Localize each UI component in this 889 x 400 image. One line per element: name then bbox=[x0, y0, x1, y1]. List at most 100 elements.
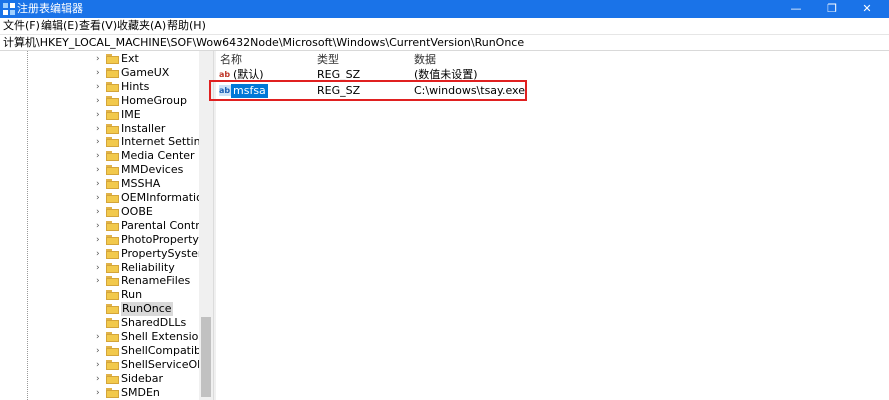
tree-item[interactable]: › RenameFiles bbox=[0, 274, 199, 288]
folder-icon bbox=[106, 220, 119, 231]
menu-edit[interactable]: 编辑(E) bbox=[41, 19, 79, 33]
tree-item-label: Shell Extensions bbox=[121, 330, 212, 343]
title-bar: 注册表编辑器 — ❐ ✕ bbox=[0, 0, 889, 18]
tree-item[interactable]: › Sidebar bbox=[0, 372, 199, 386]
folder-icon bbox=[106, 234, 119, 245]
menu-bar: 文件(F) 编辑(E) 查看(V) 收藏夹(A) 帮助(H) bbox=[0, 18, 889, 34]
tree-item-label: Hints bbox=[121, 79, 150, 93]
chevron-right-icon[interactable]: › bbox=[96, 108, 104, 122]
chevron-right-icon[interactable]: › bbox=[96, 233, 104, 247]
tree-item-label: MSSHA bbox=[121, 177, 161, 191]
chevron-right-icon[interactable]: › bbox=[96, 177, 104, 191]
tree-item[interactable]: › Media Center bbox=[0, 149, 199, 163]
folder-icon bbox=[106, 262, 119, 273]
chevron-right-icon[interactable]: › bbox=[96, 219, 104, 233]
chevron-right-icon[interactable]: › bbox=[96, 358, 104, 372]
tree-item-label: Ext bbox=[121, 52, 139, 65]
chevron-right-icon[interactable]: › bbox=[96, 52, 104, 66]
chevron-right-icon[interactable]: › bbox=[96, 372, 104, 386]
tree-item[interactable]: ›PhotoPropertyHandler bbox=[0, 233, 213, 247]
chevron-right-icon[interactable]: › bbox=[96, 330, 104, 344]
chevron-right-icon[interactable]: › bbox=[96, 247, 104, 261]
folder-icon bbox=[106, 54, 119, 64]
tree-item[interactable]: Run bbox=[0, 288, 199, 302]
folder-icon bbox=[106, 276, 119, 287]
menu-file[interactable]: 文件(F) bbox=[3, 19, 40, 33]
folder-icon bbox=[106, 332, 119, 342]
tree-item[interactable]: › OOBE bbox=[0, 205, 199, 219]
values-list-pane[interactable]: 名称 类型 数据 ab (默认) REG_SZ (数值未设置) ab msfsa… bbox=[216, 51, 889, 400]
chevron-right-icon[interactable]: › bbox=[96, 135, 104, 149]
folder-icon bbox=[106, 248, 119, 259]
folder-icon bbox=[106, 109, 119, 120]
chevron-right-icon[interactable]: › bbox=[96, 261, 104, 275]
chevron-right-icon[interactable]: › bbox=[96, 149, 104, 163]
tree-item[interactable]: › PropertySystem bbox=[0, 247, 209, 261]
menu-view[interactable]: 查看(V) bbox=[79, 19, 117, 33]
tree-item-label: SMDEn bbox=[121, 385, 160, 399]
tree-item-label: IME bbox=[121, 107, 141, 121]
tree-item[interactable]: › OEMInformation bbox=[0, 191, 210, 205]
tree-item[interactable]: › Installer bbox=[0, 122, 199, 136]
tree-item[interactable]: › ShellCompatibility bbox=[0, 344, 213, 358]
tree-item[interactable]: › GameUX bbox=[0, 66, 199, 80]
tree-item[interactable]: › MMDevices bbox=[0, 163, 199, 177]
address-bar[interactable]: 计算机\HKEY_LOCAL_MACHINE\SOF\Wow6432Node\M… bbox=[0, 34, 889, 51]
close-button[interactable]: ✕ bbox=[845, 0, 889, 18]
chevron-right-icon[interactable]: › bbox=[96, 344, 104, 358]
folder-icon bbox=[106, 123, 119, 134]
tree-item-label: OEMInformation bbox=[121, 191, 210, 204]
tree-item-label: Installer bbox=[121, 121, 166, 135]
tree-item[interactable]: › SMDEn bbox=[0, 386, 199, 400]
tree-item-label: HomeGroup bbox=[121, 93, 187, 107]
folder-icon bbox=[106, 304, 119, 315]
chevron-right-icon[interactable]: › bbox=[96, 274, 104, 288]
folder-icon bbox=[106, 179, 119, 190]
tree-item[interactable]: › Shell Extensions bbox=[0, 330, 211, 344]
tree-item-label: Sidebar bbox=[121, 371, 164, 385]
tree-item-label: GameUX bbox=[121, 65, 170, 79]
chevron-right-icon[interactable]: › bbox=[96, 386, 104, 400]
chevron-right-icon[interactable]: › bbox=[96, 163, 104, 177]
tree-item-label: MMDevices bbox=[121, 163, 184, 177]
folder-icon bbox=[106, 359, 119, 370]
folder-icon bbox=[106, 373, 119, 384]
tree-item[interactable]: › HomeGroup bbox=[0, 94, 199, 108]
tree-item[interactable]: ›ShellServiceObjects bbox=[0, 358, 213, 372]
chevron-right-icon[interactable]: › bbox=[96, 205, 104, 219]
folder-icon bbox=[106, 318, 119, 329]
tree-item[interactable]: › Reliability bbox=[0, 261, 199, 275]
tree-item[interactable]: › Internet Settings bbox=[0, 135, 213, 149]
tree-item-label: Reliability bbox=[121, 260, 175, 274]
tree-item[interactable]: › IME bbox=[0, 108, 199, 122]
tree-item[interactable]: › Ext bbox=[0, 52, 199, 66]
column-header-data[interactable]: 数据 bbox=[414, 53, 436, 67]
chevron-right-icon[interactable]: › bbox=[96, 80, 104, 94]
tree-item-label: Run bbox=[121, 288, 143, 302]
menu-help[interactable]: 帮助(H) bbox=[167, 19, 206, 33]
tree-scrollbar[interactable] bbox=[199, 51, 213, 400]
tree-item[interactable]: › Parental Controls bbox=[0, 219, 213, 233]
chevron-right-icon[interactable]: › bbox=[96, 94, 104, 108]
column-header-type[interactable]: 类型 bbox=[317, 53, 339, 67]
folder-icon bbox=[106, 95, 119, 106]
menu-favorites[interactable]: 收藏夹(A) bbox=[117, 19, 166, 33]
folder-icon bbox=[106, 193, 119, 203]
red-highlight-box bbox=[209, 80, 527, 101]
tree-scrollbar-thumb[interactable] bbox=[201, 317, 211, 397]
tree-item-label: OOBE bbox=[121, 204, 153, 218]
tree-item[interactable]: SharedDLLs bbox=[0, 316, 199, 330]
key-tree-pane[interactable]: › Ext › GameUX › Hints › HomeGroup › IME › Installe… bbox=[0, 51, 213, 400]
column-header-name[interactable]: 名称 bbox=[220, 53, 242, 67]
chevron-right-icon[interactable]: › bbox=[96, 191, 104, 205]
tree-item[interactable]: › Hints bbox=[0, 80, 199, 94]
string-value-icon: ab bbox=[219, 70, 231, 79]
chevron-right-icon[interactable]: › bbox=[96, 122, 104, 136]
tree-item[interactable]: › MSSHA bbox=[0, 177, 199, 191]
folder-icon bbox=[106, 387, 119, 398]
folder-icon bbox=[106, 290, 119, 301]
chevron-right-icon[interactable]: › bbox=[96, 66, 104, 80]
tree-item[interactable]: RunOnce bbox=[0, 302, 199, 317]
address-path[interactable]: 计算机\HKEY_LOCAL_MACHINE\SOF\Wow6432Node\M… bbox=[3, 36, 524, 50]
